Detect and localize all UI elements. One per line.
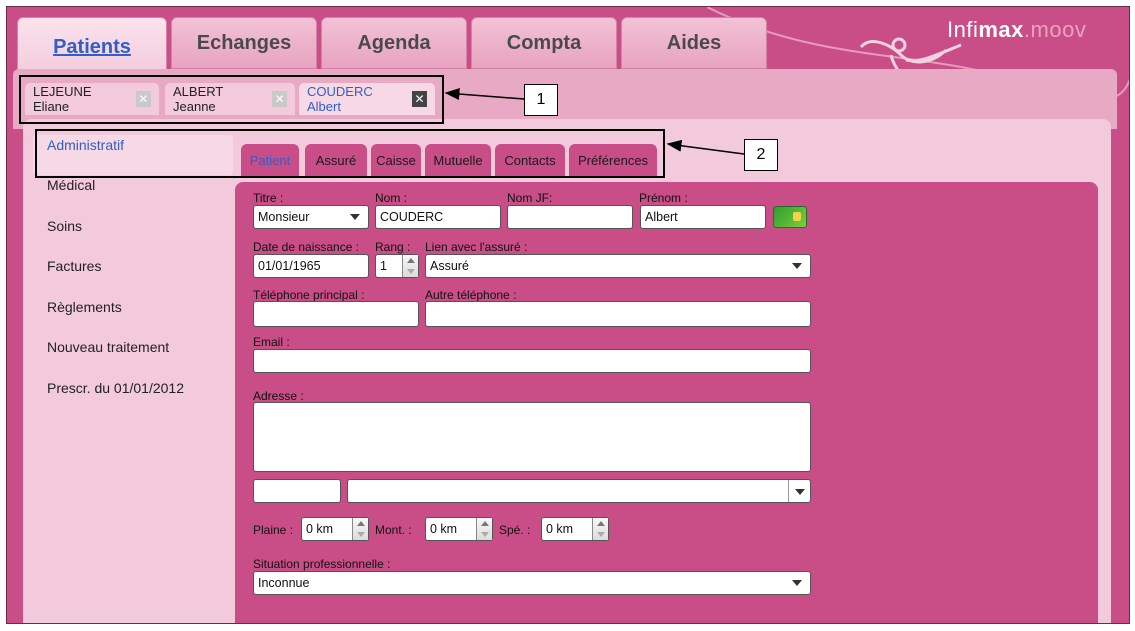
chevron-down-icon	[792, 580, 802, 586]
rang-value: 1	[380, 259, 387, 273]
prenom-label: Prénom :	[639, 191, 688, 205]
mont-stepper[interactable]: 0 km	[425, 517, 493, 541]
callout-label-1: 1	[524, 84, 558, 116]
chevron-down-icon	[350, 214, 360, 220]
tel-label: Téléphone principal :	[253, 288, 365, 302]
plaine-label: Plaine :	[253, 523, 294, 537]
sidebar-item-prescription[interactable]: Prescr. du 01/01/2012	[33, 378, 233, 419]
chevron-down-icon	[792, 263, 802, 269]
adresse-label: Adresse :	[253, 389, 304, 403]
spe-value: 0 km	[546, 522, 574, 536]
carte-vitale-icon[interactable]	[773, 206, 807, 228]
email-label: Email :	[253, 335, 290, 349]
tel-input[interactable]	[253, 301, 419, 327]
spinner-icon[interactable]	[476, 518, 492, 540]
callout-box-2	[35, 129, 665, 178]
mont-label: Mont. :	[375, 523, 412, 537]
nom-label: Nom :	[375, 191, 408, 205]
lien-select[interactable]: Assuré	[425, 254, 811, 278]
lien-label: Lien avec l'assuré :	[425, 240, 528, 254]
naissance-input[interactable]: 01/01/1965	[253, 254, 369, 278]
rang-label: Rang :	[375, 240, 411, 254]
tab-compta[interactable]: Compta	[471, 17, 617, 69]
titre-select[interactable]: Monsieur	[253, 205, 369, 229]
sidebar-item-medical[interactable]: Médical	[33, 175, 233, 216]
sidebar-item-factures[interactable]: Factures	[33, 256, 233, 297]
tab-agenda[interactable]: Agenda	[321, 17, 467, 69]
tab-aides[interactable]: Aides	[621, 17, 767, 69]
dropdown-button[interactable]	[788, 480, 810, 502]
situation-select[interactable]: Inconnue	[253, 571, 811, 595]
situation-value: Inconnue	[258, 576, 310, 590]
tab-echanges[interactable]: Echanges	[171, 17, 317, 69]
titre-value: Monsieur	[258, 210, 310, 224]
sidebar-item-soins[interactable]: Soins	[33, 216, 233, 257]
autre-tel-input[interactable]	[425, 301, 811, 327]
situation-label: Situation professionnelle :	[253, 557, 391, 571]
nom-input[interactable]: COUDERC	[375, 205, 501, 229]
email-input[interactable]	[253, 349, 811, 373]
nomjf-input[interactable]	[507, 205, 633, 229]
prenom-input[interactable]: Albert	[640, 205, 766, 229]
autre-tel-label: Autre téléphone :	[425, 288, 517, 302]
spinner-icon[interactable]	[402, 255, 418, 277]
rang-stepper[interactable]: 1	[375, 254, 419, 278]
sidebar-item-nouveau-traitement[interactable]: Nouveau traitement	[33, 337, 233, 378]
titre-label: Titre :	[253, 191, 284, 205]
spinner-icon[interactable]	[592, 518, 608, 540]
callout-label-2: 2	[744, 139, 778, 171]
adresse-textarea[interactable]	[253, 402, 811, 472]
app-logo: Infimax.moov	[947, 17, 1087, 42]
spe-stepper[interactable]: 0 km	[541, 517, 609, 541]
plaine-value: 0 km	[306, 522, 334, 536]
naissance-label: Date de naissance :	[253, 240, 360, 254]
spinner-icon[interactable]	[352, 518, 368, 540]
spe-label: Spé. :	[499, 523, 531, 537]
code-postal-input[interactable]	[253, 479, 341, 503]
nomjf-label: Nom JF:	[507, 191, 553, 205]
lien-value: Assuré	[430, 259, 469, 273]
sidebar-item-reglements[interactable]: Règlements	[33, 297, 233, 338]
mont-value: 0 km	[430, 522, 458, 536]
ville-combobox[interactable]	[347, 479, 811, 503]
tab-patients[interactable]: Patients	[17, 17, 167, 77]
callout-box-1	[19, 75, 444, 124]
plaine-stepper[interactable]: 0 km	[301, 517, 369, 541]
